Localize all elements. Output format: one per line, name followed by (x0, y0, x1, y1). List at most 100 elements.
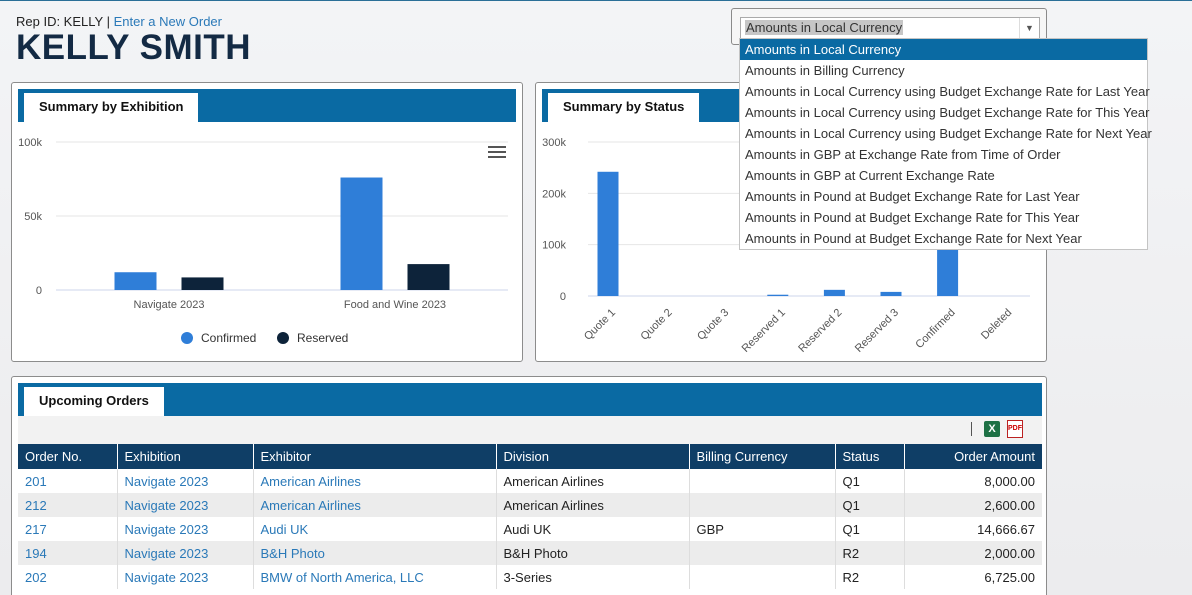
x-tick-label: Reserved 1 (740, 307, 788, 355)
bar (823, 289, 845, 296)
legend-label: Reserved (297, 331, 348, 345)
y-tick-label: 300k (542, 137, 566, 149)
page-header: Rep ID: KELLY | Enter a New Order KELLY … (16, 14, 251, 67)
table-cell[interactable]: B&H Photo (253, 541, 497, 565)
table-cell: 14,666.67 (904, 517, 1042, 541)
column-header[interactable]: Order Amount (904, 444, 1042, 469)
x-tick-label: Confirmed (913, 307, 957, 351)
table-row: 217 Navigate 2023 Audi UK Audi UK GBP Q1 14,66… (18, 517, 1042, 541)
bar (114, 272, 157, 290)
table-cell (689, 493, 836, 517)
table-cell[interactable]: Navigate 2023 (117, 517, 254, 541)
table-cell[interactable]: Navigate 2023 (117, 565, 254, 589)
currency-option[interactable]: Amounts in Pound at Budget Exchange Rate… (740, 207, 1147, 228)
currency-selected-value: Amounts in Local Currency (745, 20, 904, 35)
table-row: 201 Navigate 2023 American Airlines America… (18, 469, 1042, 493)
y-tick-label: 0 (560, 291, 566, 303)
new-order-link[interactable]: Enter a New Order (114, 14, 222, 29)
table-cell (689, 541, 836, 565)
currency-option[interactable]: Amounts in Pound at Budget Exchange Rate… (740, 186, 1147, 207)
table-cell[interactable]: Audi UK (253, 517, 497, 541)
toolbar-separator (971, 422, 972, 436)
bar (937, 249, 959, 296)
currency-option[interactable]: Amounts in GBP at Exchange Rate from Tim… (740, 144, 1147, 165)
y-tick-label: 100k (542, 240, 566, 252)
bar (340, 177, 383, 290)
bar (880, 291, 902, 296)
pdf-icon[interactable]: PDF (1007, 420, 1023, 438)
tab-summary-by-status[interactable]: Summary by Status (548, 93, 700, 122)
currency-select[interactable]: Amounts in Local Currency ▼ (740, 17, 1040, 39)
legend-marker (277, 332, 289, 344)
x-tick-label: Reserved 3 (853, 307, 901, 355)
table-cell: 3-Series (496, 565, 690, 589)
table-cell[interactable]: Navigate 2023 (117, 469, 254, 493)
table-cell[interactable]: Navigate 2023 (117, 493, 254, 517)
currency-option[interactable]: Amounts in Local Currency using Budget E… (740, 123, 1152, 144)
x-tick-label: Quote 1 (582, 307, 618, 343)
x-tick-label: Food and Wine 2023 (344, 299, 446, 311)
rep-separator: | (106, 14, 110, 29)
column-header[interactable]: Billing Currency (689, 444, 836, 469)
table-cell (689, 565, 836, 589)
table-cell[interactable]: 194 (18, 541, 118, 565)
x-tick-label: Quote 2 (639, 307, 675, 343)
y-tick-label: 50k (24, 211, 42, 223)
column-header[interactable]: Exhibitor (253, 444, 497, 469)
currency-option[interactable]: Amounts in GBP at Current Exchange Rate (740, 165, 1147, 186)
top-border (0, 0, 1192, 1)
table-cell[interactable]: Navigate 2023 (117, 541, 254, 565)
table-cell[interactable]: 202 (18, 565, 118, 589)
tab-summary-by-exhibition[interactable]: Summary by Exhibition (24, 93, 199, 122)
rep-id-label: Rep ID: KELLY (16, 14, 103, 29)
currency-dropdown-list: Amounts in Local Currency Amounts in Bill… (739, 38, 1152, 250)
legend-marker (181, 332, 193, 344)
column-header[interactable]: Status (835, 444, 905, 469)
currency-option[interactable]: Amounts in Local Currency using Budget E… (740, 102, 1149, 123)
panel-header-bar: Summary by Exhibition (18, 89, 516, 122)
tab-upcoming-orders[interactable]: Upcoming Orders (24, 387, 164, 416)
table-cell[interactable]: BMW of North America, LLC (253, 565, 497, 589)
orders-header-row: Order No. Exhibition Exhibitor Division Bill… (18, 444, 1042, 469)
currency-option[interactable]: Amounts in Billing Currency (740, 60, 1147, 81)
table-cell[interactable]: 212 (18, 493, 118, 517)
table-cell: Q1 (835, 469, 905, 493)
page-title: KELLY SMITH (16, 28, 251, 67)
table-cell: 2,600.00 (904, 493, 1042, 517)
column-header[interactable]: Exhibition (117, 444, 254, 469)
table-cell: 8,000.00 (904, 469, 1042, 493)
bar (181, 277, 224, 290)
panel-header-bar: Upcoming Orders (18, 383, 1042, 416)
excel-icon[interactable]: X (984, 421, 1000, 437)
table-cell: GBP (689, 517, 836, 541)
table-cell[interactable]: 217 (18, 517, 118, 541)
table-row: 202 Navigate 2023 BMW of North America, LL… (18, 565, 1042, 589)
currency-option[interactable]: Amounts in Local Currency (740, 39, 1147, 60)
bar (597, 171, 619, 296)
currency-option[interactable]: Amounts in Local Currency using Budget E… (740, 81, 1150, 102)
bar (407, 264, 450, 290)
chevron-down-icon[interactable]: ▼ (1019, 18, 1039, 38)
x-tick-label: Navigate 2023 (134, 299, 205, 311)
column-header[interactable]: Division (496, 444, 690, 469)
table-cell[interactable]: American Airlines (253, 469, 497, 493)
table-row: 194 Navigate 2023 B&H Photo B&H Photo R2 2,00… (18, 541, 1042, 565)
table-cell[interactable]: American Airlines (253, 493, 497, 517)
column-header[interactable]: Order No. (18, 444, 118, 469)
table-row: 212 Navigate 2023 American Airlines America… (18, 493, 1042, 517)
table-cell: R2 (835, 541, 905, 565)
bar (767, 294, 789, 296)
orders-table: Order No. Exhibition Exhibitor Division Bill… (18, 444, 1042, 589)
table-cell: 6,725.00 (904, 565, 1042, 589)
table-cell: Q1 (835, 493, 905, 517)
currency-option[interactable]: Amounts in Pound at Budget Exchange Rate… (740, 228, 1147, 249)
table-cell (689, 469, 836, 493)
table-cell[interactable]: 201 (18, 469, 118, 493)
x-tick-label: Reserved 2 (796, 307, 844, 355)
x-tick-label: Quote 3 (695, 307, 731, 343)
table-cell: American Airlines (496, 469, 690, 493)
y-tick-label: 200k (542, 188, 566, 200)
upcoming-orders-panel: Upcoming Orders X PDF Order No. Exhibitio… (11, 376, 1047, 595)
legend-label: Confirmed (201, 331, 256, 345)
orders-toolbar: X PDF (18, 416, 1042, 444)
